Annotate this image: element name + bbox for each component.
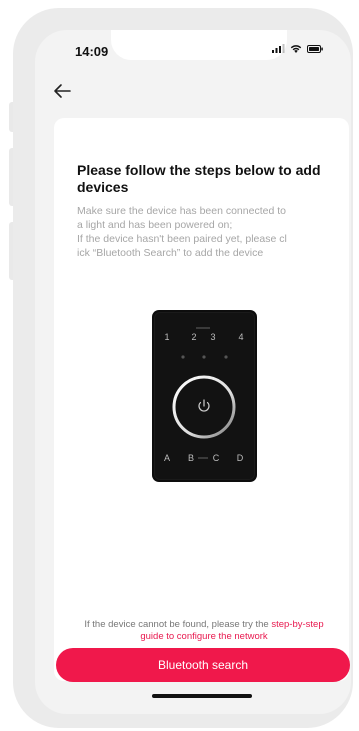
card-description: Make sure the device has been connected … xyxy=(77,205,287,259)
device-key-b: B xyxy=(188,453,194,463)
device-key-2: 2 xyxy=(191,332,196,342)
device-illustration: 1 2 3 4 A B C D xyxy=(152,310,257,482)
device-key-3: 3 xyxy=(210,332,215,342)
phone-screen: 14:09 Please follow the steps below to a… xyxy=(35,30,351,714)
device-key-a: A xyxy=(164,453,170,463)
device-key-1: 1 xyxy=(164,332,169,342)
device-key-4: 4 xyxy=(238,332,243,342)
wifi-icon xyxy=(290,45,302,53)
status-bar: 14:09 xyxy=(35,30,351,68)
bluetooth-search-button[interactable]: Bluetooth search xyxy=(56,648,350,682)
arrow-left-icon[interactable] xyxy=(51,80,73,102)
signal-icon xyxy=(272,44,285,53)
phone-frame: 14:09 Please follow the steps below to a… xyxy=(13,8,353,728)
instructions-card: Please follow the steps below to add dev… xyxy=(54,118,350,682)
notch xyxy=(111,30,287,60)
status-time: 14:09 xyxy=(75,44,109,59)
help-note: If the device cannot be found, please tr… xyxy=(79,619,329,643)
app-stage: 14:09 Please follow the steps below to a… xyxy=(0,0,359,731)
home-indicator xyxy=(152,694,252,698)
help-note-text: If the device cannot be found, please tr… xyxy=(84,619,269,630)
card-title: Please follow the steps below to add dev… xyxy=(77,162,321,195)
device-key-d: D xyxy=(237,453,244,463)
status-icons xyxy=(272,44,323,53)
battery-icon xyxy=(307,44,323,53)
device-key-c: C xyxy=(213,453,220,463)
